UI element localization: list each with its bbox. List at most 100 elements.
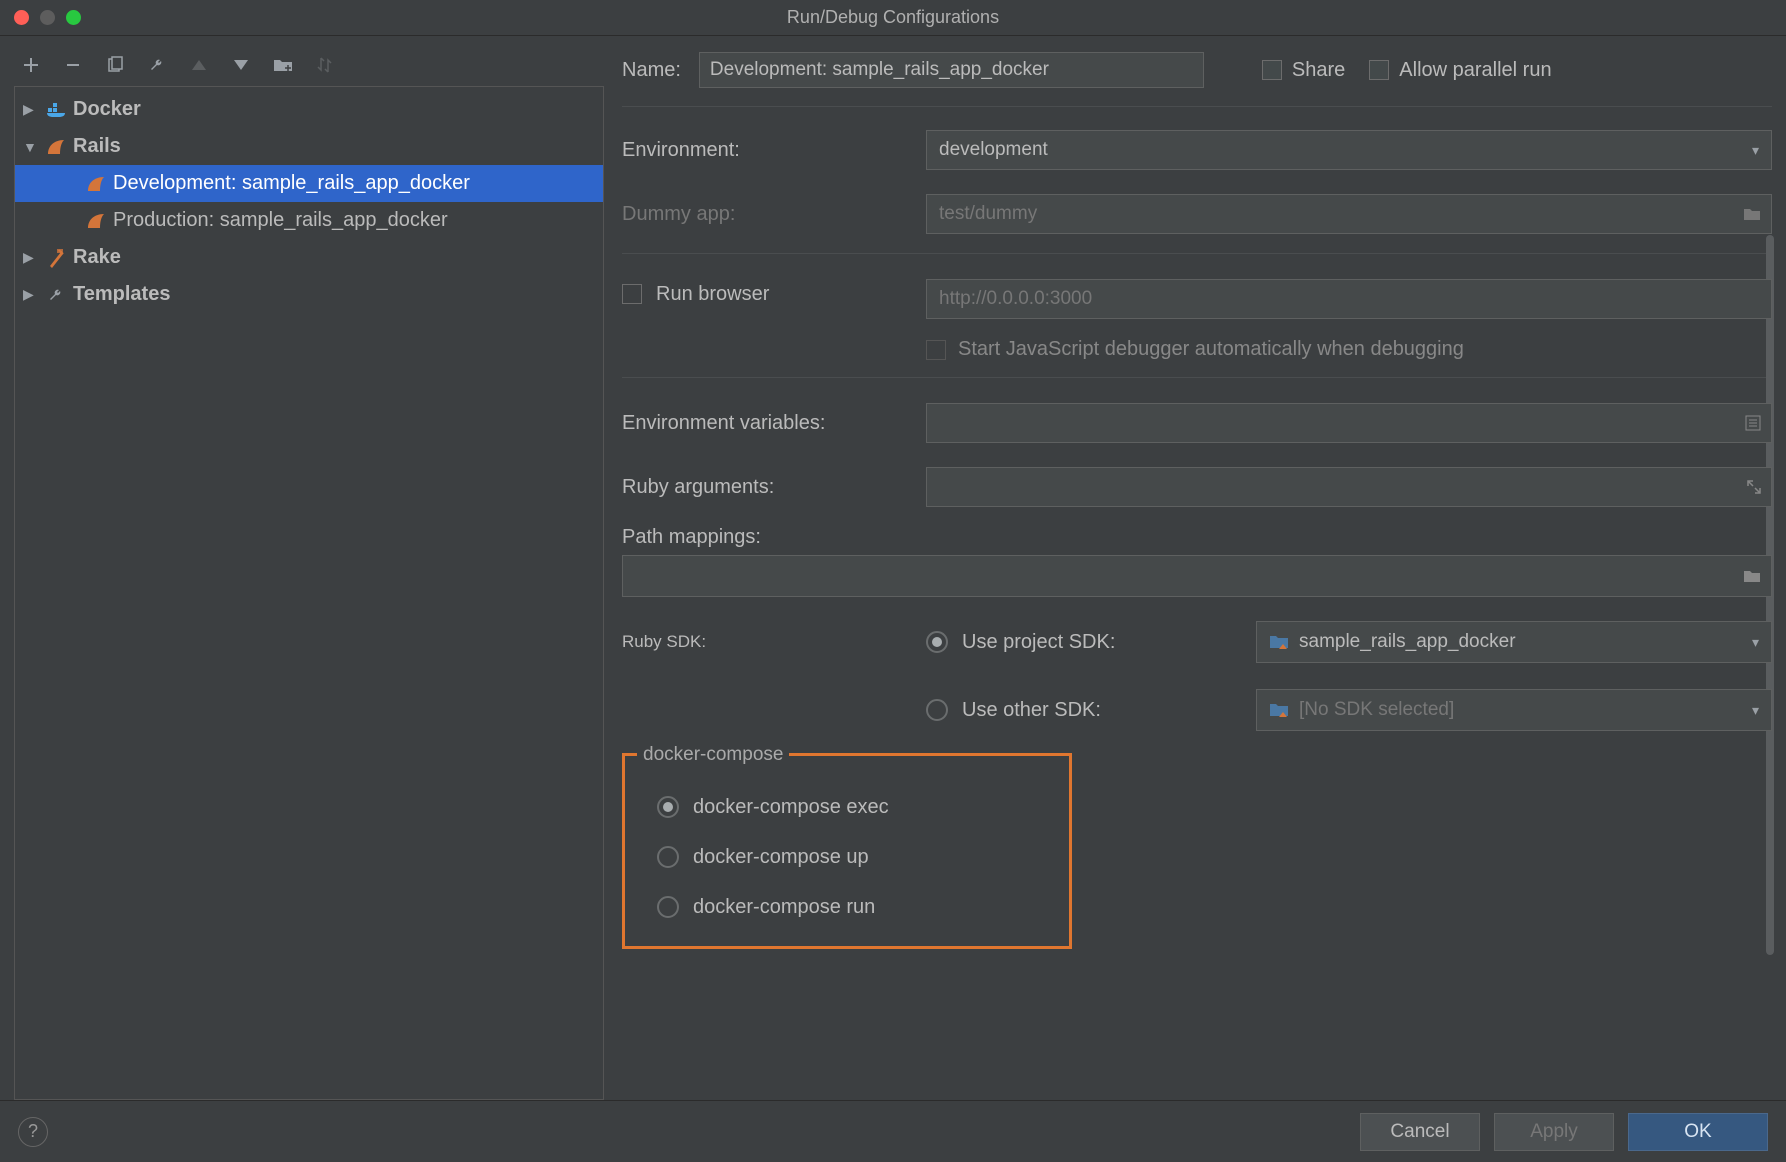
list-icon[interactable] <box>1745 415 1761 431</box>
minimize-window-button[interactable] <box>40 10 55 25</box>
tree-item-label: Development: sample_rails_app_docker <box>113 172 470 195</box>
tree-item-development[interactable]: Development: sample_rails_app_docker <box>15 165 603 202</box>
divider <box>622 377 1772 378</box>
dialog-content: ▶ Docker ▼ Rails Development: sample_rai… <box>0 36 1786 1100</box>
add-icon[interactable] <box>20 54 42 76</box>
left-column: ▶ Docker ▼ Rails Development: sample_rai… <box>14 48 604 1100</box>
ok-button[interactable]: OK <box>1628 1113 1768 1151</box>
env-vars-row: Environment variables: <box>622 398 1772 448</box>
dc-option-label: docker-compose run <box>693 896 875 919</box>
title-bar: Run/Debug Configurations <box>0 0 1786 36</box>
radio-icon <box>657 846 679 868</box>
apply-button[interactable]: Apply <box>1494 1113 1614 1151</box>
tree-node-rails[interactable]: ▼ Rails <box>15 128 603 165</box>
rails-icon <box>85 212 107 230</box>
chevron-down-icon: ▾ <box>1752 702 1759 719</box>
name-input[interactable] <box>699 52 1204 88</box>
environment-row: Environment: development <box>622 125 1772 175</box>
environment-select[interactable]: development <box>926 130 1772 170</box>
tree-label: Rake <box>73 246 121 269</box>
tree-label: Docker <box>73 98 141 121</box>
config-tree[interactable]: ▶ Docker ▼ Rails Development: sample_rai… <box>14 86 604 1100</box>
folder-add-icon[interactable] <box>272 54 294 76</box>
use-other-sdk-radio[interactable]: Use other SDK: <box>926 690 1256 730</box>
dc-up-radio[interactable]: docker-compose up <box>657 832 1057 882</box>
start-js-row: Start JavaScript debugger automatically … <box>926 338 1772 361</box>
project-sdk-value: sample_rails_app_docker <box>1299 631 1516 653</box>
tree-node-templates[interactable]: ▶ Templates <box>15 276 603 313</box>
ruby-sdk-label: Ruby SDK: <box>622 632 926 652</box>
dummy-app-field: test/dummy <box>926 194 1772 234</box>
ruby-sdk-section: Ruby SDK: Use project SDK: sample_rails_… <box>622 621 1772 731</box>
start-js-checkbox[interactable] <box>926 340 946 360</box>
ruby-args-field[interactable] <box>926 467 1772 507</box>
tree-label: Templates <box>73 283 170 306</box>
folder-icon <box>1269 702 1289 718</box>
run-browser-row: Run browser http://0.0.0.0:3000 <box>622 274 1772 324</box>
name-label: Name: <box>622 59 681 82</box>
wrench-icon[interactable] <box>146 54 168 76</box>
config-toolbar <box>14 48 604 86</box>
use-other-sdk-label: Use other SDK: <box>962 699 1101 722</box>
other-sdk-value: [No SDK selected] <box>1299 699 1454 721</box>
tree-node-rake[interactable]: ▶ Rake <box>15 239 603 276</box>
run-browser-cell: Run browser <box>622 283 926 316</box>
radio-icon <box>926 631 948 653</box>
dc-option-label: docker-compose exec <box>693 796 889 819</box>
run-browser-checkbox[interactable] <box>622 284 642 304</box>
expand-icon[interactable]: ▶ <box>23 101 39 118</box>
browser-url-value: http://0.0.0.0:3000 <box>939 288 1092 310</box>
sort-icon[interactable] <box>314 54 336 76</box>
ruby-args-label: Ruby arguments: <box>622 476 926 499</box>
dummy-app-value: test/dummy <box>939 203 1037 225</box>
radio-icon <box>657 796 679 818</box>
use-project-sdk-radio[interactable]: Use project SDK: <box>926 622 1256 662</box>
env-vars-field[interactable] <box>926 403 1772 443</box>
folder-icon[interactable] <box>1743 569 1761 583</box>
dialog-footer: ? Cancel Apply OK <box>0 1100 1786 1162</box>
path-mappings-field[interactable] <box>622 555 1772 597</box>
use-project-sdk-label: Use project SDK: <box>962 631 1115 654</box>
remove-icon[interactable] <box>62 54 84 76</box>
move-down-icon[interactable] <box>230 54 252 76</box>
dc-exec-radio[interactable]: docker-compose exec <box>657 782 1057 832</box>
browser-url-field[interactable]: http://0.0.0.0:3000 <box>926 279 1772 319</box>
expand-icon[interactable]: ▶ <box>23 249 39 266</box>
docker-compose-title: docker-compose <box>637 744 789 766</box>
name-row: Name: Share Allow parallel run <box>622 48 1772 106</box>
env-vars-label: Environment variables: <box>622 412 926 435</box>
share-checkbox[interactable]: Share <box>1262 59 1345 82</box>
maximize-window-button[interactable] <box>66 10 81 25</box>
tree-node-docker[interactable]: ▶ Docker <box>15 91 603 128</box>
expand-icon[interactable]: ▶ <box>23 286 39 303</box>
run-browser-label: Run browser <box>656 283 769 306</box>
tree-label: Rails <box>73 135 121 158</box>
help-button[interactable]: ? <box>18 1117 48 1147</box>
allow-parallel-checkbox[interactable]: Allow parallel run <box>1369 59 1551 82</box>
cancel-button[interactable]: Cancel <box>1360 1113 1480 1151</box>
chevron-down-icon: ▾ <box>1752 634 1759 651</box>
divider <box>622 253 1772 254</box>
rails-icon <box>85 175 107 193</box>
wrench-icon <box>45 286 67 304</box>
project-sdk-select[interactable]: sample_rails_app_docker ▾ <box>1256 621 1772 663</box>
docker-icon <box>45 102 67 118</box>
environment-value: development <box>939 139 1048 161</box>
rails-icon <box>45 138 67 156</box>
checkbox-icon <box>1262 60 1282 80</box>
copy-icon[interactable] <box>104 54 126 76</box>
ruby-args-row: Ruby arguments: <box>622 462 1772 512</box>
tree-item-production[interactable]: Production: sample_rails_app_docker <box>15 202 603 239</box>
dc-run-radio[interactable]: docker-compose run <box>657 882 1057 932</box>
share-label: Share <box>1292 59 1345 82</box>
radio-icon <box>657 896 679 918</box>
environment-label: Environment: <box>622 139 926 162</box>
other-sdk-select[interactable]: [No SDK selected] ▾ <box>1256 689 1772 731</box>
move-up-icon[interactable] <box>188 54 210 76</box>
right-column: Name: Share Allow parallel run Environme… <box>622 48 1772 1100</box>
folder-icon <box>1743 207 1761 221</box>
collapse-icon[interactable]: ▼ <box>23 139 39 155</box>
close-window-button[interactable] <box>14 10 29 25</box>
expand-icon[interactable] <box>1747 480 1761 494</box>
window-title: Run/Debug Configurations <box>787 7 999 28</box>
